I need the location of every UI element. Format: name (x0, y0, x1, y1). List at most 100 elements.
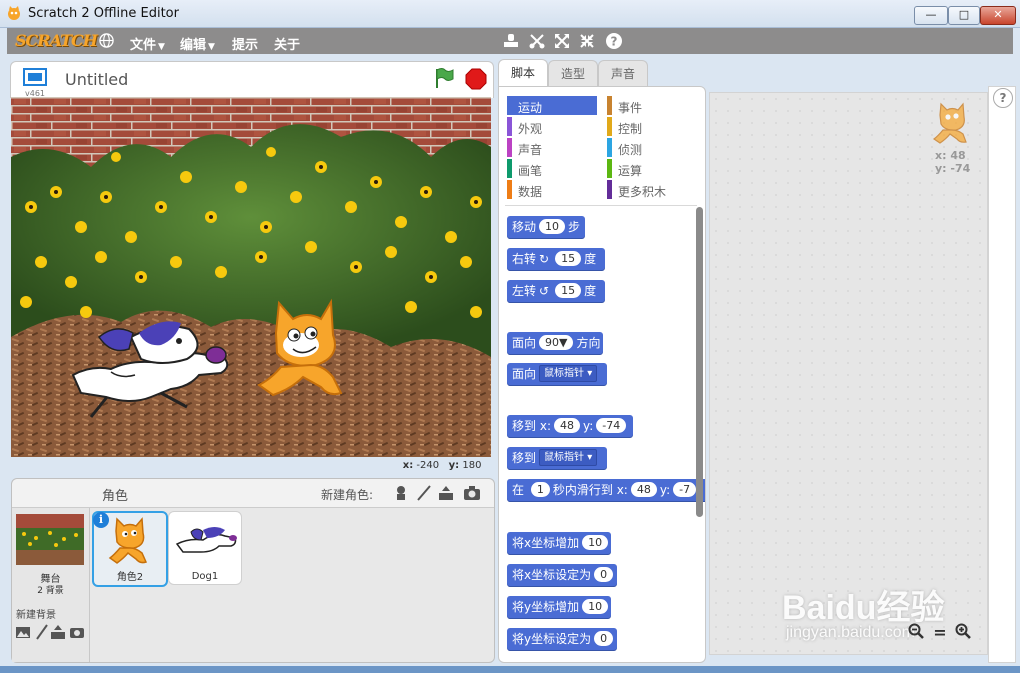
presentation-mode-icon[interactable] (23, 68, 47, 86)
steps-input[interactable]: 10 (539, 219, 566, 234)
scratch-logo[interactable]: SCRATCH (15, 31, 98, 51)
dog-thumbnail (175, 527, 237, 553)
sprite-pane-header: 角色 新建角色: (12, 479, 494, 508)
minimize-button[interactable]: — (914, 6, 948, 25)
scripts-help-button[interactable]: ? (993, 88, 1013, 108)
block-glide-to-xy[interactable]: 在 1 秒内滑行到 x: 48 y: -7 (507, 479, 705, 501)
new-sprite-label: 新建角色: (321, 488, 374, 502)
category-data[interactable]: 数据 (507, 180, 597, 199)
menu-file[interactable]: 文件 ▼ (130, 34, 165, 53)
choose-sprite-library-icon[interactable] (392, 484, 410, 502)
upload-sprite-icon[interactable] (437, 484, 455, 502)
y-change-input[interactable]: 10 (582, 599, 609, 614)
y-input[interactable]: -74 (596, 418, 627, 433)
category-control[interactable]: 控制 (607, 117, 697, 136)
block-point-towards[interactable]: 面向 鼠标指针 ▾ (507, 363, 607, 385)
block-palette: 运动 事件 外观 控制 声音 侦测 画笔 运算 数据 更多积木 移动 10 步 右转… (498, 86, 706, 663)
block-set-y[interactable]: 将y坐标设定为 0 (507, 628, 617, 650)
stage-canvas[interactable] (11, 97, 491, 457)
target-dropdown[interactable]: 鼠标指针 ▾ (539, 449, 598, 466)
cat-thumbnail (108, 517, 148, 564)
category-looks[interactable]: 外观 (507, 117, 597, 136)
menubar: SCRATCH 文件 ▼ 编辑 ▼ 提示 关于 ? (7, 28, 1013, 54)
tab-scripts[interactable]: 脚本 (498, 59, 548, 87)
language-globe-icon[interactable] (99, 33, 114, 48)
stage-header: v461 Untitled (10, 61, 494, 98)
paint-backdrop-icon[interactable] (34, 624, 50, 640)
block-move-steps[interactable]: 移动 10 步 (507, 216, 585, 238)
zoom-out-icon[interactable] (906, 623, 926, 641)
zoom-reset-button[interactable]: = (930, 623, 950, 642)
menu-about[interactable]: 关于 (274, 34, 300, 53)
block-goto-xy[interactable]: 移到 x: 48 y: -74 (507, 415, 633, 437)
paint-brush-icon[interactable] (415, 484, 433, 502)
project-title[interactable]: Untitled (65, 70, 128, 89)
sprite-name: Dog1 (191, 571, 219, 582)
x-input[interactable]: 48 (630, 482, 657, 497)
close-button[interactable]: ✕ (980, 6, 1016, 25)
rotate-clockwise-icon: ↻ (539, 251, 550, 266)
y-input[interactable]: -7 (673, 482, 697, 497)
svg-text:?: ? (611, 35, 618, 49)
backdrop-camera-icon[interactable] (69, 624, 85, 640)
upload-backdrop-icon[interactable] (50, 624, 66, 640)
category-events[interactable]: 事件 (607, 96, 697, 115)
block-change-x[interactable]: 将x坐标增加 10 (507, 532, 611, 554)
green-flag-icon[interactable] (434, 67, 454, 89)
duplicate-stamp-icon[interactable] (502, 32, 520, 50)
window-title: Scratch 2 Offline Editor (28, 6, 179, 21)
rotate-counterclockwise-icon: ↺ (539, 283, 550, 298)
window-title-bar: Scratch 2 Offline Editor — □ ✕ (0, 0, 1020, 28)
category-sound[interactable]: 声音 (507, 138, 597, 157)
x-input[interactable]: 48 (554, 418, 580, 433)
y-set-input[interactable]: 0 (594, 631, 614, 646)
sprite-pane: 角色 新建角色: 舞台 2 背景 新建背景 i 角色2 Dog1 (11, 478, 495, 663)
tab-costumes[interactable]: 造型 (548, 60, 598, 87)
sprite-y-readout: y: -74 (935, 162, 971, 175)
menu-edit[interactable]: 编辑 ▼ (180, 34, 215, 53)
stage-thumbnail[interactable] (16, 514, 84, 565)
stop-sign-icon[interactable] (465, 68, 487, 90)
category-motion[interactable]: 运动 (507, 96, 597, 115)
stage-backdrop-count: 2 背景 (37, 586, 64, 596)
block-change-y[interactable]: 将y坐标增加 10 (507, 596, 611, 618)
shrink-icon[interactable] (578, 32, 596, 50)
seconds-input[interactable]: 1 (530, 482, 550, 497)
grow-icon[interactable] (553, 32, 571, 50)
x-change-input[interactable]: 10 (582, 535, 609, 550)
block-turn-right[interactable]: 右转 ↻ 15 度 (507, 248, 605, 270)
current-sprite-thumbnail (932, 102, 967, 144)
baidu-watermark: Baidu经验 jingyan.baidu.com (782, 589, 945, 641)
block-turn-left[interactable]: 左转 ↺ 15 度 (507, 280, 605, 302)
tab-sounds[interactable]: 声音 (598, 60, 648, 87)
category-operators[interactable]: 运算 (607, 159, 697, 178)
category-pen[interactable]: 画笔 (507, 159, 597, 178)
backdrop-library-icon[interactable] (15, 624, 31, 640)
window-bottom-border (0, 666, 1020, 673)
block-goto-target[interactable]: 移到 鼠标指针 ▾ (507, 447, 607, 469)
block-set-x[interactable]: 将x坐标设定为 0 (507, 564, 617, 586)
sprite-info-button[interactable]: i (93, 512, 109, 528)
category-sensing[interactable]: 侦测 (607, 138, 697, 157)
sprite-card-cat[interactable]: i 角色2 (92, 511, 168, 587)
x-set-input[interactable]: 0 (594, 567, 614, 582)
zoom-in-icon[interactable] (953, 623, 973, 641)
block-point-in-direction[interactable]: 面向 90▼ 方向 (507, 332, 603, 354)
category-more-blocks[interactable]: 更多积木 (607, 180, 697, 199)
camera-icon[interactable] (463, 484, 481, 502)
new-backdrop-label: 新建背景 (16, 610, 56, 621)
delete-scissors-icon[interactable] (528, 32, 546, 50)
sprite-name: 角色2 (116, 572, 144, 583)
maximize-button[interactable]: □ (948, 6, 980, 25)
help-icon[interactable]: ? (605, 32, 623, 50)
menu-tips[interactable]: 提示 (232, 34, 258, 53)
direction-input[interactable]: 90▼ (539, 335, 574, 350)
degrees-input[interactable]: 15 (555, 283, 582, 298)
degrees-input[interactable]: 15 (555, 251, 582, 266)
sprites-label: 角色 (102, 489, 129, 504)
mouse-coordinates: x: -240 y: 180 (402, 460, 482, 471)
sprite-card-dog[interactable]: Dog1 (168, 511, 242, 585)
palette-scrollbar[interactable] (696, 207, 703, 517)
stage-selector[interactable]: 舞台 2 背景 新建背景 (12, 508, 90, 662)
target-dropdown[interactable]: 鼠标指针 ▾ (539, 365, 598, 382)
